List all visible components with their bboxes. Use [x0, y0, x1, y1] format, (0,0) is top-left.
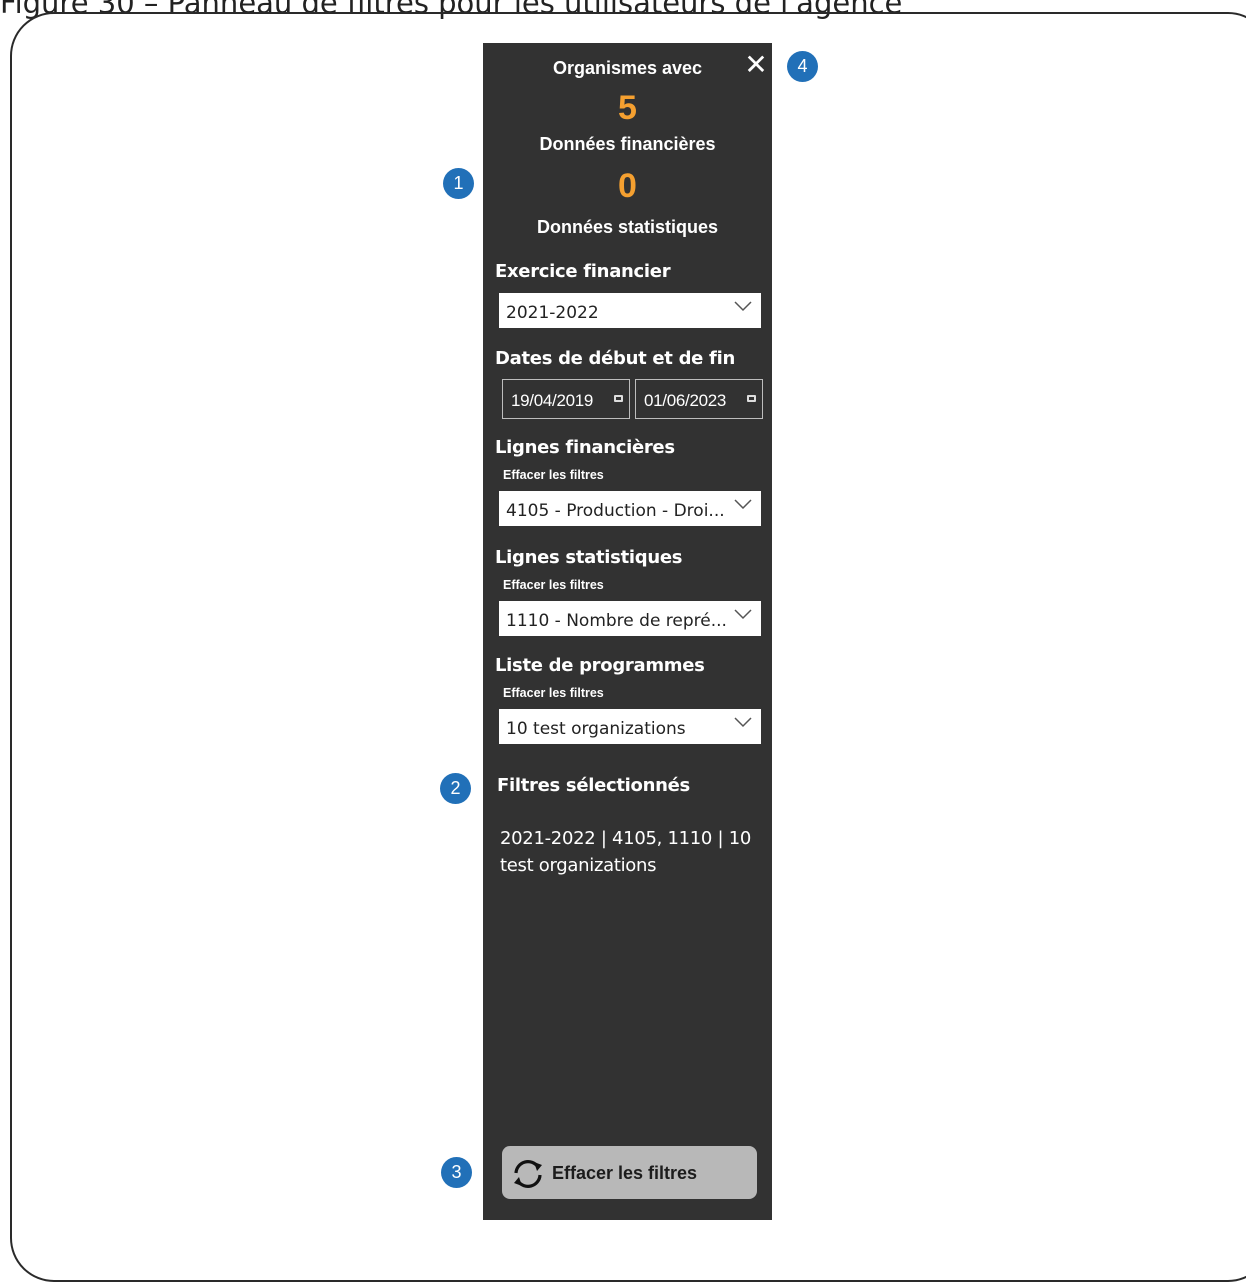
- financial-data-label: Données financières: [539, 134, 716, 154]
- programs-dropdown[interactable]: 10 test organizations: [499, 709, 761, 744]
- chevron-down-icon: [734, 717, 752, 728]
- dates-label: Dates de début et de fin: [495, 348, 735, 369]
- statistical-count: 0: [618, 167, 637, 205]
- end-date-value: 01/06/2023: [644, 391, 727, 410]
- clear-financial-filters-link[interactable]: Effacer les filtres: [503, 468, 604, 482]
- fiscal-year-dropdown[interactable]: 2021-2022: [499, 293, 761, 328]
- statistical-lines-label: Lignes statistiques: [495, 547, 683, 568]
- start-date-field[interactable]: 19/04/2019: [502, 379, 630, 419]
- reset-filters-button[interactable]: Effacer les filtres: [502, 1146, 757, 1199]
- chevron-down-icon: [734, 499, 752, 510]
- selected-filters-summary: 2021-2022 | 4105, 1110 | 10 test organiz…: [500, 828, 751, 876]
- financial-lines-value: 4105 - Production - Droi...: [506, 501, 725, 521]
- fiscal-year-label: Exercice financier: [495, 261, 671, 282]
- programs-label: Liste de programmes: [495, 655, 705, 676]
- filter-panel: Organismes avec ✕ 5 Données financières …: [483, 43, 772, 1220]
- clear-programs-filters-link[interactable]: Effacer les filtres: [503, 686, 604, 700]
- close-icon[interactable]: ✕: [743, 51, 769, 79]
- statistical-data-label: Données statistiques: [536, 217, 719, 237]
- programs-value: 10 test organizations: [506, 719, 686, 739]
- clear-statistical-filters-link[interactable]: Effacer les filtres: [503, 578, 604, 592]
- chevron-down-icon: [734, 609, 752, 620]
- callout-badge-1: 1: [443, 168, 474, 199]
- statistical-lines-dropdown[interactable]: 1110 - Nombre de repré...: [499, 601, 761, 636]
- financial-lines-label: Lignes financières: [495, 437, 675, 458]
- panel-title: Organismes avec: [552, 58, 703, 78]
- chevron-down-icon: [734, 301, 752, 312]
- start-date-value: 19/04/2019: [511, 391, 594, 410]
- callout-badge-2: 2: [440, 773, 471, 804]
- callout-badge-3: 3: [441, 1157, 472, 1188]
- financial-lines-dropdown[interactable]: 4105 - Production - Droi...: [499, 491, 761, 526]
- calendar-icon[interactable]: [747, 395, 756, 402]
- statistical-lines-value: 1110 - Nombre de repré...: [506, 611, 727, 631]
- end-date-field[interactable]: 01/06/2023: [635, 379, 763, 419]
- reset-filters-label: Effacer les filtres: [552, 1163, 698, 1183]
- financial-count: 5: [618, 89, 637, 127]
- calendar-icon[interactable]: [614, 395, 623, 402]
- fiscal-year-value: 2021-2022: [506, 303, 599, 323]
- selected-filters-label: Filtres sélectionnés: [497, 775, 690, 796]
- refresh-icon: [514, 1160, 542, 1188]
- callout-badge-4: 4: [787, 51, 818, 82]
